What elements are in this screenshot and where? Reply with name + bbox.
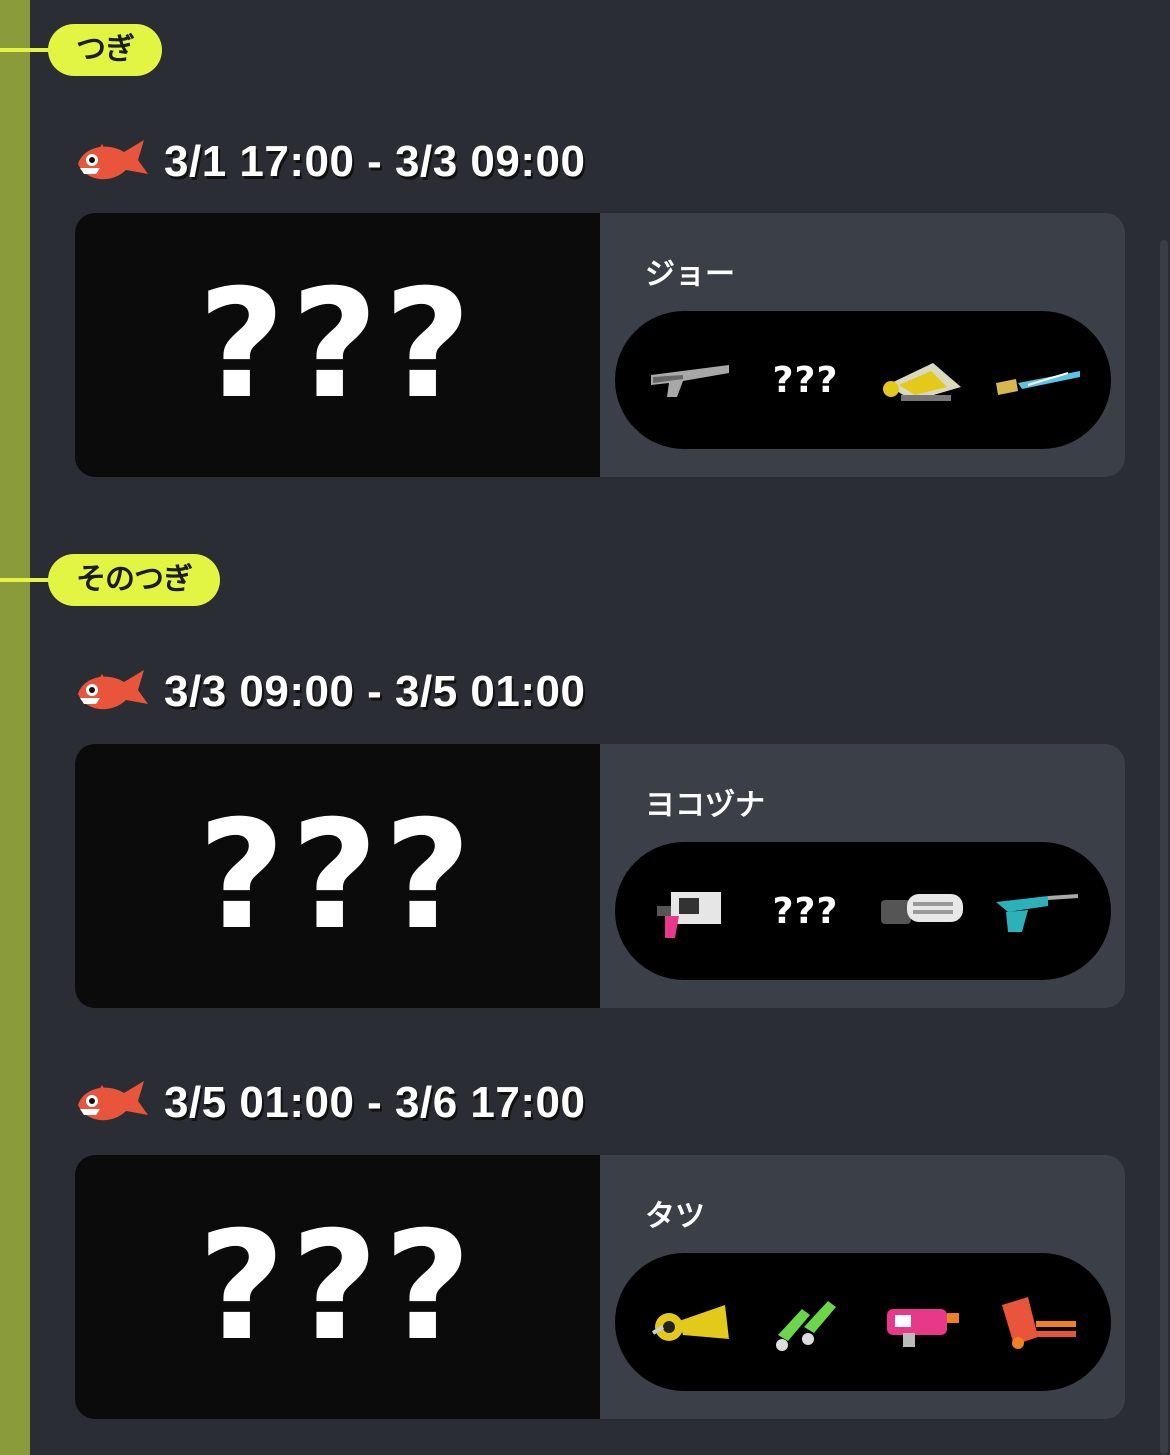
boss-name: タツ	[645, 1199, 705, 1234]
shift-header: 3/1 17:00 - 3/3 09:00	[74, 132, 585, 192]
yellow-roller-weapon-icon	[643, 1287, 739, 1357]
pink-shooter-weapon-icon	[873, 1287, 969, 1357]
timeline-rail	[0, 0, 30, 1455]
boss-name: ヨコヅナ	[645, 788, 765, 823]
salmon-icon	[78, 1081, 148, 1121]
salmon-icon	[78, 140, 148, 180]
shift-time: 3/3 09:00 - 3/5 01:00	[164, 667, 586, 716]
scrollbar[interactable]	[1160, 240, 1168, 1455]
boss-name: ジョー	[645, 257, 735, 292]
weapon-list: ???	[615, 311, 1111, 449]
stage-image: ???	[75, 744, 600, 1008]
section-next: つぎ	[0, 24, 240, 78]
weapon-list	[615, 1253, 1111, 1391]
random-weapon: ???	[758, 876, 854, 946]
random-weapon-label: ???	[772, 359, 839, 401]
weapon-list: ???	[615, 842, 1111, 980]
stage-unknown-text: ???	[197, 789, 478, 963]
white-splatling-weapon-icon	[873, 876, 969, 946]
stage-unknown-text: ???	[197, 258, 478, 432]
rifle-gray-weapon-icon	[643, 345, 739, 415]
section-label: つぎ	[48, 24, 162, 76]
salmon-icon	[78, 670, 148, 710]
shift-card[interactable]: ??? タツ	[75, 1155, 1125, 1419]
shift-time: 3/5 01:00 - 3/6 17:00	[164, 1078, 586, 1127]
section-after-next: そのつぎ	[0, 554, 240, 608]
shift-header: 3/3 09:00 - 3/5 01:00	[74, 662, 585, 722]
orange-spinner-weapon-icon	[988, 1287, 1084, 1357]
shift-header: 3/5 01:00 - 3/6 17:00	[74, 1073, 585, 1133]
stage-image: ???	[75, 1155, 600, 1419]
blue-bow-weapon-icon	[988, 345, 1084, 415]
green-dualies-weapon-icon	[758, 1287, 854, 1357]
random-weapon: ???	[758, 345, 854, 415]
pink-blaster-weapon-icon	[643, 876, 739, 946]
random-weapon-label: ???	[772, 890, 839, 932]
shift-time: 3/1 17:00 - 3/3 09:00	[164, 137, 586, 186]
section-label: そのつぎ	[48, 554, 220, 606]
teal-charger-weapon-icon	[988, 876, 1084, 946]
stage-unknown-text: ???	[197, 1200, 478, 1374]
shift-card[interactable]: ??? ジョー ???	[75, 213, 1125, 477]
shift-card[interactable]: ??? ヨコヅナ ???	[75, 744, 1125, 1008]
yellow-slosher-weapon-icon	[873, 345, 969, 415]
stage-image: ???	[75, 213, 600, 477]
